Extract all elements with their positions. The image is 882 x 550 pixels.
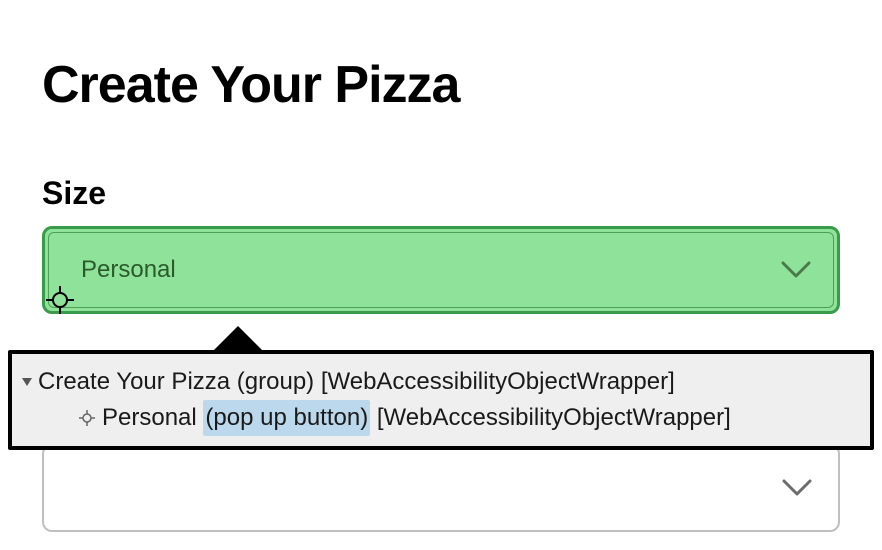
page-title: Create Your Pizza bbox=[42, 55, 840, 115]
inspector-target-icon bbox=[43, 283, 77, 317]
tree-node-role: (group) bbox=[237, 364, 314, 400]
chevron-down-icon bbox=[780, 471, 814, 505]
disclosure-triangle-icon[interactable] bbox=[18, 375, 36, 389]
tree-node-class: [WebAccessibilityObjectWrapper] bbox=[321, 364, 675, 400]
tree-node-class: [WebAccessibilityObjectWrapper] bbox=[377, 400, 731, 436]
secondary-select[interactable] bbox=[42, 444, 840, 532]
target-icon bbox=[76, 409, 98, 427]
size-select[interactable]: Personal bbox=[42, 226, 840, 314]
tree-node-name: Personal bbox=[102, 400, 197, 436]
tree-node-role-highlight: (pop up button) bbox=[203, 400, 370, 436]
chevron-down-icon bbox=[779, 253, 813, 287]
size-label: Size bbox=[42, 175, 840, 212]
tree-row-popup: Personal (pop up button) [WebAccessibili… bbox=[18, 400, 864, 436]
tree-node-name: Create Your Pizza bbox=[38, 364, 230, 400]
accessibility-inspector-tooltip: Create Your Pizza (group) [WebAccessibil… bbox=[8, 350, 874, 450]
tree-row-group: Create Your Pizza (group) [WebAccessibil… bbox=[18, 364, 864, 400]
size-select-value: Personal bbox=[81, 256, 176, 284]
